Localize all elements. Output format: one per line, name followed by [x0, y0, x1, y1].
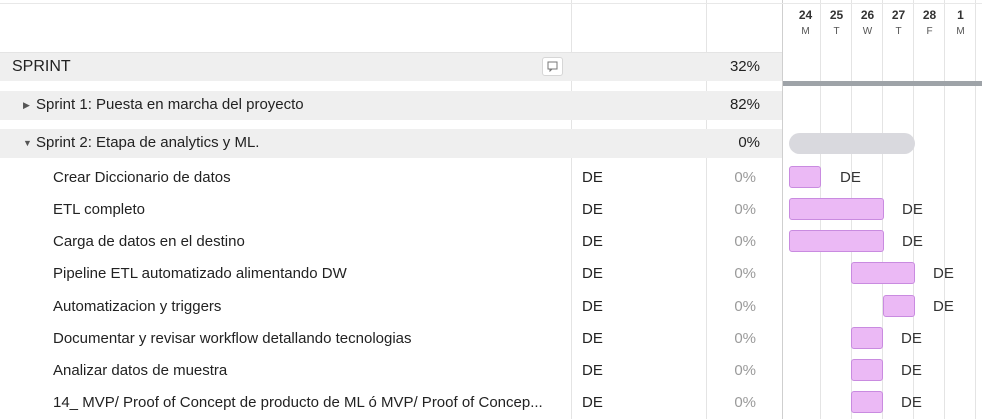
top-border	[0, 3, 982, 4]
timeline-divider	[782, 0, 783, 419]
day-number: 25	[829, 8, 844, 22]
group-row[interactable]: SPRINT 32%	[0, 53, 782, 81]
task-assignee: DE	[582, 330, 603, 347]
day-number: 24	[798, 8, 813, 22]
task-bar[interactable]	[851, 359, 883, 381]
group-title: SPRINT	[12, 58, 71, 75]
task-assignee: DE	[582, 233, 603, 250]
day-header: 1 M	[945, 8, 976, 39]
task-row[interactable]: 14_ MVP/ Proof of Concept de producto de…	[0, 391, 782, 415]
day-header: 24 M	[790, 8, 821, 39]
day-of-week: T	[895, 26, 902, 37]
task-row[interactable]: Documentar y revisar workflow detallando…	[0, 327, 782, 351]
day-gridline	[975, 0, 976, 419]
task-percent: 0%	[734, 394, 756, 411]
task-bar[interactable]	[851, 262, 915, 284]
group-percent: 32%	[729, 58, 760, 75]
task-percent: 0%	[734, 233, 756, 250]
comment-icon[interactable]	[542, 57, 563, 76]
task-row[interactable]: Carga de datos en el destino DE 0%	[0, 230, 782, 254]
task-assignee: DE	[582, 362, 603, 379]
task-bar-label: DE	[840, 169, 861, 186]
task-percent: 0%	[734, 169, 756, 186]
task-assignee: DE	[582, 169, 603, 186]
task-assignee: DE	[582, 394, 603, 411]
task-row[interactable]: Automatizacion y triggers DE 0%	[0, 295, 782, 319]
day-number: 1	[957, 8, 964, 22]
task-name: ETL completo	[53, 201, 145, 218]
day-header: 26 W	[852, 8, 883, 39]
day-header: 27 T	[883, 8, 914, 39]
task-name: Carga de datos en el destino	[53, 233, 245, 250]
task-name: Crear Diccionario de datos	[53, 169, 231, 186]
task-percent: 0%	[734, 362, 756, 379]
task-bar[interactable]	[789, 230, 884, 252]
day-number: 28	[922, 8, 937, 22]
task-percent: 0%	[734, 265, 756, 282]
task-percent: 0%	[734, 330, 756, 347]
task-bar[interactable]	[851, 391, 883, 413]
day-of-week: M	[801, 26, 810, 37]
task-percent: 0%	[734, 201, 756, 218]
day-number: 27	[891, 8, 906, 22]
task-row[interactable]: Crear Diccionario de datos DE 0%	[0, 166, 782, 190]
task-row[interactable]: Pipeline ETL automatizado alimentando DW…	[0, 262, 782, 286]
task-name: Pipeline ETL automatizado alimentando DW	[53, 265, 347, 282]
task-bar-label: DE	[902, 233, 923, 250]
day-gridline	[944, 0, 945, 419]
day-of-week: M	[956, 26, 965, 37]
task-bar-label: DE	[902, 201, 923, 218]
task-name: Documentar y revisar workflow detallando…	[53, 330, 412, 347]
sprint-percent: 82%	[729, 96, 760, 113]
task-bar-label: DE	[933, 298, 954, 315]
task-name: Automatizacion y triggers	[53, 298, 222, 315]
day-header: 28 F	[914, 8, 945, 39]
task-percent: 0%	[734, 298, 756, 315]
task-row[interactable]: Analizar datos de muestra DE 0%	[0, 359, 782, 383]
task-bar-label: DE	[901, 362, 922, 379]
task-assignee: DE	[582, 298, 603, 315]
task-row[interactable]: ETL completo DE 0%	[0, 198, 782, 222]
task-bar[interactable]	[789, 166, 821, 188]
task-bar-label: DE	[933, 265, 954, 282]
day-header: 25 T	[821, 8, 852, 39]
sprint-row[interactable]: ▼ Sprint 2: Etapa de analytics y ML. 0%	[0, 129, 782, 158]
task-bar[interactable]	[883, 295, 915, 317]
task-bar-label: DE	[901, 394, 922, 411]
sprint-summary-bar	[789, 133, 915, 154]
sprint-title: Sprint 2: Etapa de analytics y ML.	[36, 134, 260, 151]
task-name: 14_ MVP/ Proof of Concept de producto de…	[53, 394, 543, 411]
task-assignee: DE	[582, 201, 603, 218]
day-number: 26	[860, 8, 875, 22]
group-summary-bar	[783, 81, 982, 86]
sprint-percent: 0%	[738, 134, 760, 151]
day-of-week: F	[926, 26, 933, 37]
task-assignee: DE	[582, 265, 603, 282]
task-bar[interactable]	[851, 327, 883, 349]
day-of-week: T	[833, 26, 840, 37]
collapse-icon[interactable]: ▼	[23, 133, 32, 153]
sprint-title: Sprint 1: Puesta en marcha del proyecto	[36, 96, 304, 113]
expand-icon[interactable]: ▶	[23, 95, 30, 115]
task-bar[interactable]	[789, 198, 884, 220]
task-name: Analizar datos de muestra	[53, 362, 228, 379]
day-of-week: W	[862, 26, 873, 37]
sprint-row[interactable]: ▶ Sprint 1: Puesta en marcha del proyect…	[0, 91, 782, 120]
task-bar-label: DE	[901, 330, 922, 347]
